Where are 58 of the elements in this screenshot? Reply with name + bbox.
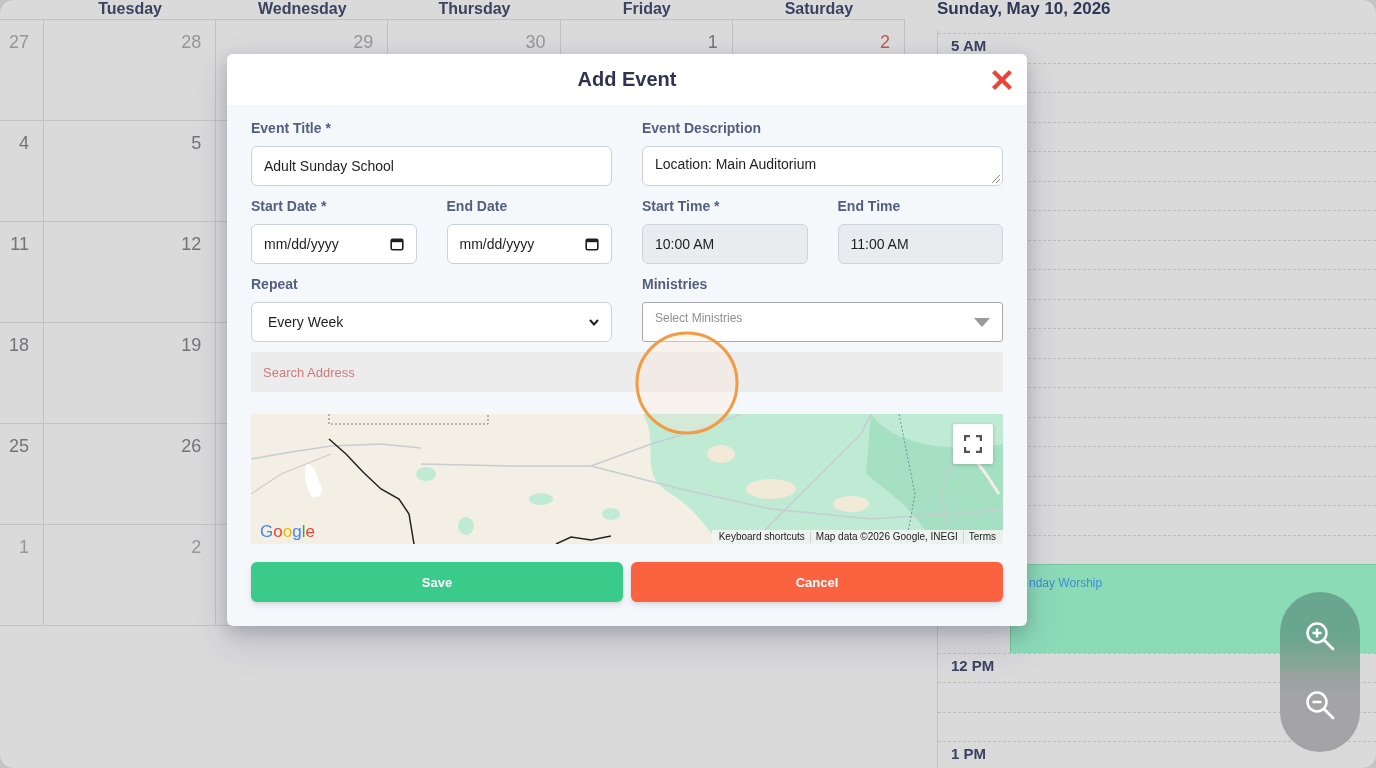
day-number: 30: [525, 32, 546, 52]
field-label: End Date: [446, 197, 508, 216]
day-number: 4: [19, 133, 29, 153]
modal-title: Add Event: [577, 68, 677, 91]
date-field[interactable]: mm/dd/yyyy: [446, 224, 612, 264]
day-number: 29: [353, 32, 374, 52]
day-number: 2: [191, 537, 202, 557]
ring-icon: [635, 331, 739, 435]
day-number: 11: [10, 234, 29, 254]
zoom-in-icon: [1305, 621, 1335, 651]
textarea-field[interactable]: Location: Main Auditorium: [642, 146, 1003, 186]
weekday-label: Tuesday: [98, 0, 162, 18]
day-number: 25: [8, 436, 29, 456]
day-number: 5: [191, 133, 202, 153]
weekday-label: Saturday: [784, 0, 854, 18]
day-number: 26: [181, 436, 202, 456]
hour-label: 1 PM: [951, 745, 986, 762]
weekday-label: Wednesday: [257, 0, 347, 18]
hour-label: 5 AM: [951, 37, 987, 54]
weekday-label: Friday: [622, 0, 671, 18]
day-title: Sunday, May 10, 2026: [937, 0, 1112, 18]
input-field[interactable]: Adult Sunday School: [251, 146, 612, 186]
hour-label: 12 PM: [951, 656, 995, 674]
day-number: 28: [181, 32, 202, 52]
day-number: 27: [8, 32, 29, 52]
terms-link[interactable]: Terms: [962, 531, 1001, 543]
day-number: 2: [879, 32, 890, 52]
close-icon: [991, 68, 1013, 91]
event-title: nday Worship: [1029, 576, 1103, 591]
fullscreen-icon: [964, 435, 982, 453]
resize-handle-icon: [992, 175, 1000, 183]
caret-down-icon: [974, 317, 990, 327]
keyboard-shortcuts-link[interactable]: Keyboard shortcuts: [713, 531, 810, 543]
zoom-in-button[interactable]: [1280, 592, 1360, 672]
field-label: Event Description: [642, 119, 762, 138]
field-label: End Time: [837, 197, 901, 216]
fullscreen-button[interactable]: [953, 424, 993, 464]
day-number: 1: [707, 32, 718, 52]
calendar-icon: [585, 237, 599, 251]
calendar-icon: [389, 237, 404, 251]
field-label: Start Date *: [251, 197, 327, 216]
date-field[interactable]: mm/dd/yyyy: [251, 224, 417, 264]
day-number: 19: [181, 335, 202, 355]
zoom-out-button[interactable]: [1280, 672, 1360, 752]
day-number: 1: [19, 537, 29, 557]
close-button[interactable]: [991, 68, 1013, 91]
field-label: Repeat: [251, 275, 298, 294]
day-number: 18: [8, 335, 29, 355]
field-label: Start Time *: [642, 197, 720, 216]
day-number: 12: [181, 234, 202, 254]
zoom-out-icon: [1305, 690, 1335, 720]
map-data-text: Map data ©2026 Google, INEGI: [809, 531, 963, 543]
field-label: Event Title *: [251, 119, 331, 138]
weekday-label: Thursday: [438, 0, 511, 18]
chevron-down-icon: [589, 318, 599, 326]
select-field[interactable]: Every Week: [251, 302, 612, 342]
google-logo: Google: [260, 523, 315, 541]
field-label: Ministries: [642, 275, 708, 294]
